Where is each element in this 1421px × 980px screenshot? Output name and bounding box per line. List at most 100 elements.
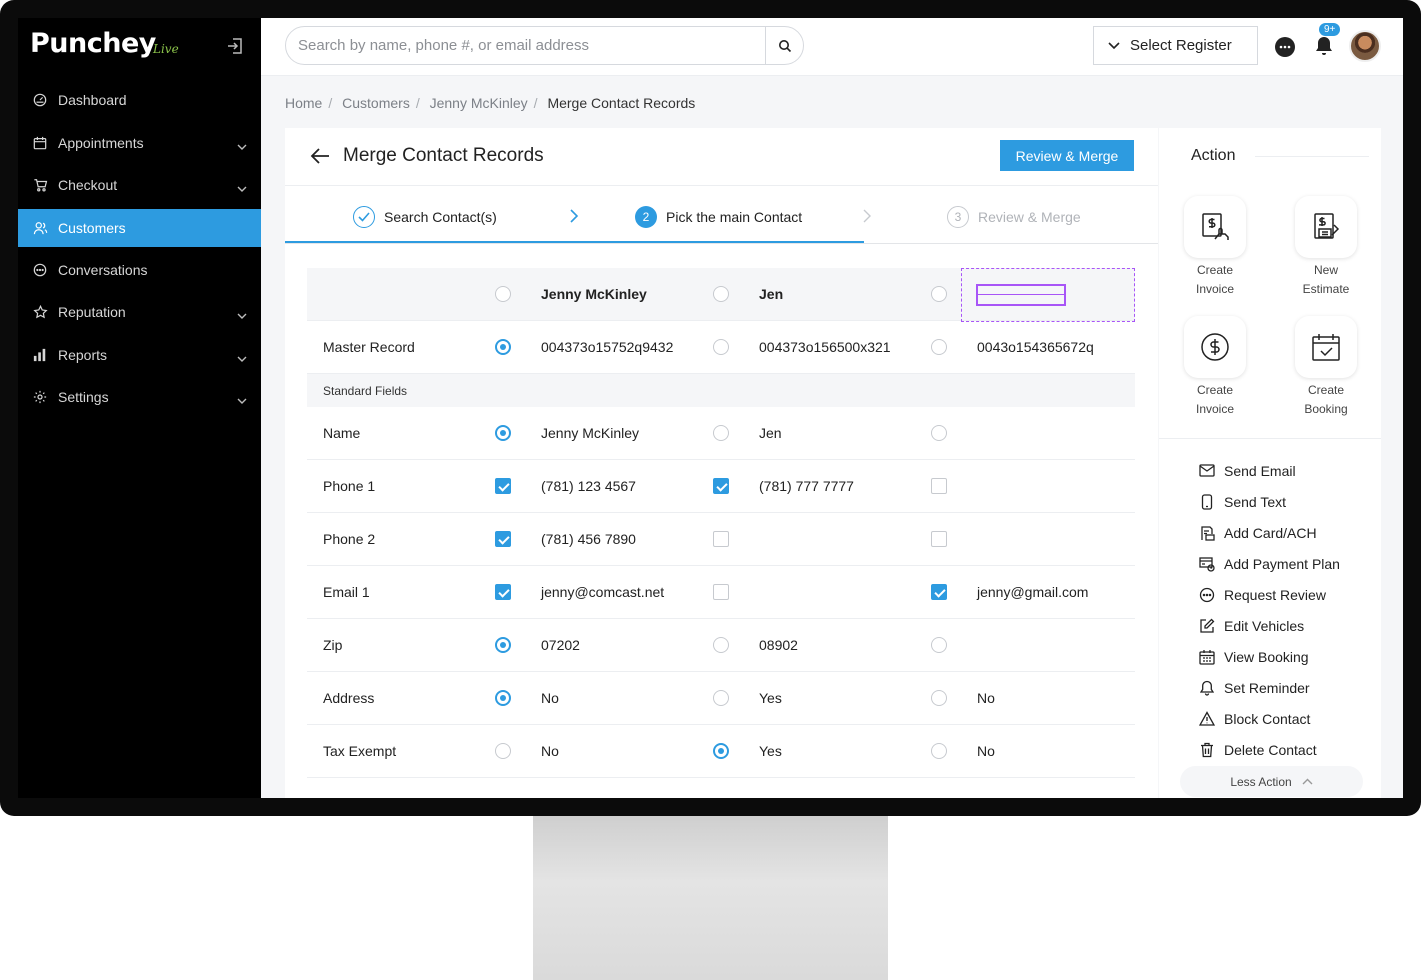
field-checkbox[interactable] [931,584,947,600]
table-row: Phone 1 (781) 123 4567 (781) 777 7777 [307,460,1135,513]
field-label: Zip [323,637,343,653]
column-select-radio[interactable] [713,286,729,302]
field-radio[interactable] [931,743,947,759]
sidebar-item-checkout[interactable]: Checkout [18,164,261,207]
field-radio[interactable] [495,339,511,355]
field-radio[interactable] [931,690,947,706]
sidebar-item-appointments[interactable]: Appointments [18,122,261,165]
table-row: Address No Yes No [307,672,1135,725]
field-radio[interactable] [713,690,729,706]
breadcrumb-contact[interactable]: Jenny McKinley [430,95,528,111]
action-delete-contact[interactable]: Delete Contact [1199,734,1340,765]
action-send-email[interactable]: Send Email [1199,455,1340,486]
collapse-sidebar-icon[interactable] [225,36,245,56]
search-button[interactable] [765,27,803,64]
breadcrumb-home[interactable]: Home [285,95,322,111]
action-set-reminder[interactable]: Set Reminder [1199,672,1340,703]
field-checkbox[interactable] [713,478,729,494]
sidebar-item-conversations[interactable]: Conversations [18,249,261,292]
action-label: Set Reminder [1224,679,1310,696]
payment-plan-icon [1199,556,1215,572]
table-row: Email 1 jenny@comcast.net jenny@gmail.com [307,566,1135,619]
field-checkbox[interactable] [495,531,511,547]
action-block-contact[interactable]: Block Contact [1199,703,1340,734]
field-radio[interactable] [495,743,511,759]
field-radio[interactable] [495,690,511,706]
notification-bell-icon[interactable] [1314,35,1334,57]
field-checkbox[interactable] [495,478,511,494]
field-radio[interactable] [931,637,947,653]
field-label: Master Record [323,339,415,355]
field-label: Email 1 [323,584,370,600]
less-action-button[interactable]: Less Action [1180,766,1363,797]
calendar-check-icon [1312,334,1340,361]
step-pick-main-contact[interactable]: 2 Pick the main Contact [635,206,802,228]
column-header-placeholder[interactable] [961,268,1135,322]
create-invoice-tile[interactable] [1184,196,1246,258]
panel-header: Merge Contact Records Review & Merge [285,128,1158,186]
new-estimate-tile[interactable] [1295,196,1357,258]
column-select-radio[interactable] [495,286,511,302]
field-radio[interactable] [713,637,729,653]
action-add-card-ach[interactable]: Add Card/ACH [1199,517,1340,548]
create-invoice-dollar-tile[interactable] [1184,316,1246,378]
sidebar-item-reports[interactable]: Reports [18,334,261,377]
merge-panel: Merge Contact Records Review & Merge Sea… [285,128,1158,798]
field-value: Jen [759,425,782,441]
step-progress-indicator [285,241,864,243]
step-review-merge[interactable]: 3 Review & Merge [947,206,1081,228]
action-request-review[interactable]: Request Review [1199,579,1340,610]
field-radio[interactable] [713,425,729,441]
create-booking-tile[interactable] [1295,316,1357,378]
sidebar-item-settings[interactable]: Settings [18,376,261,419]
field-value: Jenny McKinley [541,425,640,441]
action-edit-vehicles[interactable]: Edit Vehicles [1199,610,1340,641]
field-checkbox[interactable] [931,478,947,494]
sidebar-item-dashboard[interactable]: Dashboard [18,79,261,122]
action-view-booking[interactable]: View Booking [1199,641,1340,672]
field-value: No [977,743,995,759]
field-radio[interactable] [495,637,511,653]
field-checkbox[interactable] [713,531,729,547]
breadcrumb-separator: / [328,95,333,111]
field-checkbox[interactable] [713,584,729,600]
field-radio[interactable] [931,339,947,355]
field-checkbox[interactable] [495,584,511,600]
sidebar-item-customers[interactable]: Customers [18,208,261,247]
action-label: Delete Contact [1224,741,1317,758]
divider [1255,156,1369,157]
bar-chart-icon [32,347,48,363]
breadcrumb: Home / Customers / Jenny McKinley / Merge C… [285,95,701,111]
step-number: 2 [635,206,657,228]
app-logo[interactable]: Punchey [30,28,156,59]
chevron-right-icon [570,209,579,223]
sidebar-item-label: Conversations [58,261,148,278]
field-radio[interactable] [713,339,729,355]
field-radio[interactable] [495,425,511,441]
action-add-payment-plan[interactable]: Add Payment Plan [1199,548,1340,579]
back-arrow-icon[interactable] [309,146,331,166]
review-merge-button[interactable]: Review & Merge [1000,140,1134,171]
user-avatar[interactable] [1349,30,1381,62]
monitor-stand [533,816,888,980]
field-checkbox[interactable] [931,531,947,547]
tile-label: Create Invoice [1195,263,1235,296]
breadcrumb-customers[interactable]: Customers [342,95,410,111]
sidebar-nav: Dashboard Appointments Checkout Customers Co… [18,79,261,419]
sidebar-item-label: Reports [58,346,108,363]
bell-icon [1199,680,1215,696]
step-search-contacts[interactable]: Search Contact(s) [353,206,497,228]
column-select-radio[interactable] [931,286,947,302]
search-input[interactable] [298,27,758,64]
breadcrumb-current: Merge Contact Records [547,95,696,111]
select-register-dropdown[interactable]: Select Register [1093,26,1258,65]
chevron-down-icon [237,350,247,362]
action-label: Send Email [1224,462,1296,479]
action-send-text[interactable]: Send Text [1199,486,1340,517]
field-radio[interactable] [931,425,947,441]
field-radio[interactable] [713,743,729,759]
step-label: Search Contact(s) [384,209,497,225]
chat-icon[interactable] [1274,36,1296,58]
action-label: Add Payment Plan [1224,555,1340,572]
sidebar-item-reputation[interactable]: Reputation [18,291,261,334]
